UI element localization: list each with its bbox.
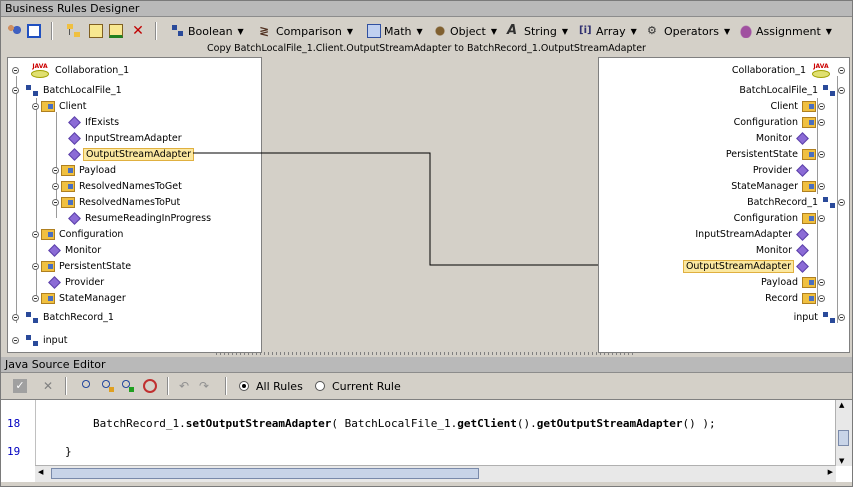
folder-icon <box>802 212 816 224</box>
cancel-button[interactable]: ✕ <box>41 376 55 396</box>
field-icon <box>796 227 809 241</box>
expand-toggle[interactable] <box>838 198 845 206</box>
tree-node-collaboration[interactable]: Collaboration_1 JAVA <box>730 63 845 78</box>
undo-button[interactable]: ↶ <box>179 376 193 396</box>
undo-icon: ↶ <box>179 379 190 393</box>
current-rule-label: Current Rule <box>332 379 401 393</box>
expand-toggle[interactable] <box>838 66 845 74</box>
tree-node-input[interactable]: input <box>792 310 845 324</box>
object-icon <box>823 196 835 208</box>
tree-node-br-record[interactable]: Record <box>763 291 825 305</box>
scroll-left-icon[interactable]: ◀ <box>38 468 43 476</box>
java-icon: JAVA <box>811 64 831 78</box>
business-rules-designer-window: Business Rules Designer ✕ Boolean ▼ ≷ Com… <box>0 0 853 487</box>
expand-toggle[interactable] <box>818 278 825 286</box>
tree-node-persistentstate[interactable]: PersistentState <box>724 147 825 161</box>
tree-node-br-monitor[interactable]: Monitor <box>754 243 811 257</box>
target-tree-panel: Collaboration_1 JAVA BatchLocalFile_1 Cl… <box>598 57 850 353</box>
horizontal-scroll-thumb[interactable] <box>51 468 479 479</box>
current-rule-radio[interactable]: Current Rule <box>315 376 401 396</box>
field-icon <box>796 163 809 177</box>
object-icon <box>823 311 835 323</box>
expand-toggle[interactable] <box>818 214 825 222</box>
horizontal-scrollbar[interactable]: ◀ ▶ <box>35 465 836 482</box>
search-icon <box>81 379 95 393</box>
line-number: 18 <box>7 417 21 430</box>
goto-icon <box>143 379 157 393</box>
field-icon <box>796 259 809 273</box>
expand-toggle[interactable] <box>818 102 825 110</box>
scroll-right-icon[interactable]: ▶ <box>828 468 833 476</box>
expand-toggle[interactable] <box>818 150 825 158</box>
find-next-button[interactable] <box>101 376 115 396</box>
expand-toggle[interactable] <box>818 118 825 126</box>
tree-node-statemanager[interactable]: StateManager <box>729 179 825 193</box>
field-icon <box>796 131 809 145</box>
expand-toggle[interactable] <box>838 86 845 94</box>
validate-button[interactable]: ✓ <box>13 376 27 396</box>
redo-icon: ↷ <box>199 379 210 393</box>
radio-selected-icon <box>239 381 249 391</box>
find-button[interactable] <box>81 376 95 396</box>
radio-unselected-icon <box>315 381 325 391</box>
editor-toolbar: ✓ ✕ ↶ ↷ All Rules Current Rule <box>1 375 852 397</box>
tree-node-client[interactable]: Client <box>768 99 825 113</box>
scroll-up-icon[interactable]: ▲ <box>839 401 844 409</box>
line-number: 19 <box>7 445 21 458</box>
all-rules-label: All Rules <box>256 379 303 393</box>
pane-splitter-handle[interactable] <box>216 352 636 355</box>
all-rules-radio[interactable]: All Rules <box>239 376 303 396</box>
tree-node-batchrecord[interactable]: BatchRecord_1 <box>745 195 845 209</box>
replace-button[interactable] <box>121 376 135 396</box>
redo-button[interactable]: ↷ <box>199 376 213 396</box>
tree-node-br-inputstreamadapter[interactable]: InputStreamAdapter <box>693 227 811 241</box>
replace-icon <box>121 379 135 393</box>
tree-node-br-payload[interactable]: Payload <box>759 275 825 289</box>
line-number-gutter: 18 19 <box>1 400 36 466</box>
field-icon <box>796 243 809 257</box>
folder-icon <box>802 116 816 128</box>
java-code-editor[interactable]: 18 19 BatchRecord_1.setOutputStreamAdapt… <box>1 399 852 482</box>
folder-icon <box>802 180 816 192</box>
java-source-editor-title: Java Source Editor <box>1 357 852 373</box>
code-line-19: } <box>65 445 72 458</box>
check-icon: ✓ <box>13 379 27 393</box>
folder-icon <box>802 148 816 160</box>
tree-node-br-outputstreamadapter-selected[interactable]: OutputStreamAdapter <box>682 259 811 273</box>
tree-node-configuration[interactable]: Configuration <box>732 115 825 129</box>
expand-toggle[interactable] <box>818 182 825 190</box>
expand-toggle[interactable] <box>838 313 845 321</box>
tree-node-batchlocalfile[interactable]: BatchLocalFile_1 <box>737 83 845 97</box>
object-icon <box>823 84 835 96</box>
code-line-18: BatchRecord_1.setOutputStreamAdapter( Ba… <box>93 417 716 430</box>
vertical-scrollbar[interactable]: ▲ ▼ <box>835 400 852 466</box>
vertical-scroll-thumb[interactable] <box>838 430 849 446</box>
folder-icon <box>802 100 816 112</box>
goto-line-button[interactable] <box>143 376 157 396</box>
scroll-down-icon[interactable]: ▼ <box>839 457 844 465</box>
folder-icon <box>802 276 816 288</box>
find-next-icon <box>101 379 115 393</box>
tree-node-br-configuration[interactable]: Configuration <box>732 211 825 225</box>
close-icon: ✕ <box>42 379 54 393</box>
tree-node-provider[interactable]: Provider <box>751 163 811 177</box>
folder-icon <box>802 292 816 304</box>
expand-toggle[interactable] <box>818 294 825 302</box>
tree-node-monitor[interactable]: Monitor <box>754 131 811 145</box>
